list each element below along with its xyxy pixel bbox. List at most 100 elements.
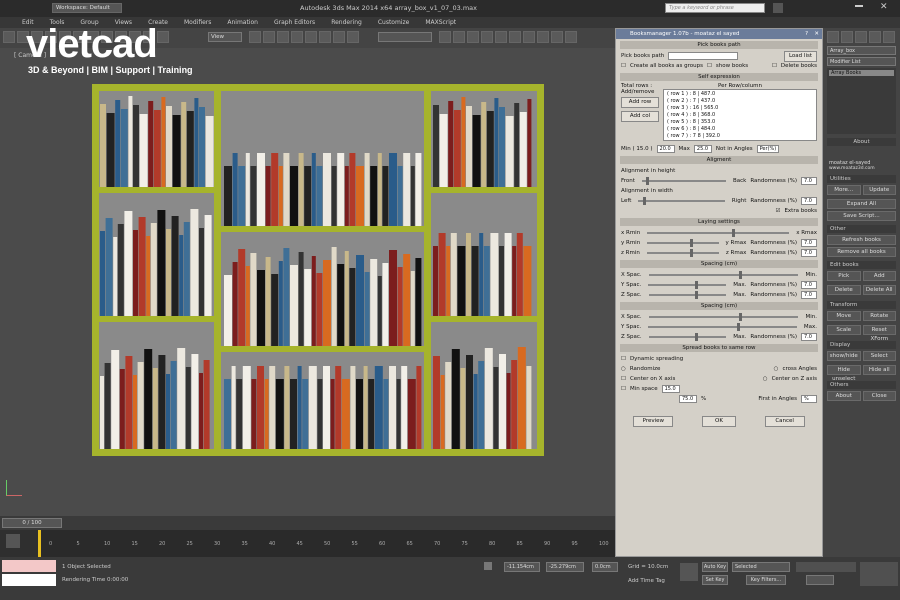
slider-knob[interactable] — [732, 229, 736, 237]
min-spinner[interactable]: 20.0 — [656, 145, 675, 153]
display-tab-icon[interactable] — [883, 31, 895, 43]
mirror-icon[interactable] — [439, 31, 451, 43]
spinner-snap-icon[interactable] — [333, 31, 345, 43]
slider-knob[interactable] — [695, 281, 699, 289]
show-books-checkbox[interactable]: ☐ — [707, 63, 712, 69]
expand-all-button[interactable]: Expand All — [827, 199, 896, 209]
width-align-slider[interactable] — [638, 197, 725, 205]
y-coordinate-field[interactable]: -25.279cm — [546, 562, 584, 572]
ok-button[interactable]: OK — [701, 415, 736, 427]
slider-knob[interactable] — [642, 197, 646, 205]
key-filters-button[interactable]: Key Filters... — [746, 575, 786, 585]
create-tab-icon[interactable] — [827, 31, 839, 43]
workspace-dropdown[interactable]: Workspace: Default — [52, 3, 122, 13]
extra-books-checkbox[interactable]: ☑ — [776, 208, 781, 214]
add-button[interactable]: Add — [862, 271, 896, 281]
pivot-icon[interactable] — [249, 31, 261, 43]
current-frame-field[interactable] — [806, 575, 834, 585]
key-mode-icon[interactable] — [680, 563, 698, 581]
rotate-button[interactable]: Rotate — [862, 311, 896, 321]
cancel-button[interactable]: Cancel — [764, 415, 805, 427]
randomness-height-field[interactable]: 7.0 — [801, 177, 817, 185]
curve-editor-icon[interactable] — [495, 31, 507, 43]
row-item[interactable]: ( row 3 ) : 16 | 565.0 — [667, 105, 813, 112]
slider-knob[interactable] — [646, 177, 650, 185]
hierarchy-tab-icon[interactable] — [855, 31, 867, 43]
playback-controls[interactable] — [796, 562, 856, 572]
percent-field[interactable]: 75.0 — [679, 395, 697, 403]
percent-snap-icon[interactable] — [319, 31, 331, 43]
slider-knob[interactable] — [738, 271, 742, 279]
render-frame-icon[interactable] — [551, 31, 563, 43]
row-item[interactable]: ( row 6 ) : 8 | 484.0 — [667, 126, 813, 133]
modify-tab-icon[interactable] — [841, 31, 853, 43]
create-groups-checkbox[interactable]: ☐ — [621, 63, 626, 69]
z-spacing-2-slider[interactable] — [648, 333, 727, 341]
minimize-icon[interactable] — [855, 5, 863, 7]
named-selection-icon[interactable] — [347, 31, 359, 43]
menu-rendering[interactable]: Rendering — [331, 17, 362, 28]
modifier-stack[interactable]: Array Books — [827, 68, 896, 134]
move-button[interactable]: Move — [827, 311, 861, 321]
search-input[interactable]: Type a keyword or phrase — [665, 3, 765, 13]
angle-snap-icon[interactable] — [305, 31, 317, 43]
render-setup-icon[interactable] — [537, 31, 549, 43]
binoculars-icon[interactable] — [773, 3, 783, 13]
menu-customize[interactable]: Customize — [378, 17, 410, 28]
row-item[interactable]: ( row 4 ) : 8 | 368.0 — [667, 112, 813, 119]
maxscript-output[interactable] — [2, 574, 56, 586]
object-name-field[interactable]: Array_box — [827, 46, 896, 55]
section-spacing[interactable]: Spacing (cm) — [620, 260, 818, 268]
mini-curve-editor-icon[interactable] — [6, 534, 20, 548]
dialog-close-icon[interactable]: ✕ — [814, 29, 819, 39]
section-spread[interactable]: Spread books to same row — [620, 344, 818, 352]
refresh-books-button[interactable]: Refresh books — [827, 235, 896, 245]
undo-icon[interactable] — [3, 31, 15, 43]
select-manipulate-icon[interactable] — [263, 31, 275, 43]
track-ruler[interactable]: 0 5 10 15 20 25 30 35 40 45 50 55 60 65 70 75 80 85 90 95 10… — [38, 530, 615, 557]
add-row-button[interactable]: Add row — [621, 97, 659, 108]
keyboard-shortcut-icon[interactable] — [277, 31, 289, 43]
books-path-field[interactable] — [668, 52, 739, 60]
y-spacing-randomness-field[interactable]: 7.0 — [801, 281, 817, 289]
menu-animation[interactable]: Animation — [227, 17, 258, 28]
named-selection-dropdown[interactable] — [378, 32, 432, 42]
about-rollout[interactable]: About — [827, 138, 896, 146]
align-icon[interactable] — [453, 31, 465, 43]
section-laying[interactable]: Laying settings — [620, 218, 818, 226]
set-key-button[interactable]: Set Key — [702, 575, 728, 585]
auto-key-button[interactable]: Auto Key — [702, 562, 728, 572]
layer-icon[interactable] — [467, 31, 479, 43]
hide-unselect-button[interactable]: Hide unselect — [827, 365, 861, 382]
remove-all-books-button[interactable]: Remove all books — [827, 247, 896, 257]
z-spacing-2-randomness-field[interactable]: 7.0 — [801, 333, 817, 341]
show-hide-button[interactable]: show/hide — [827, 351, 861, 361]
x-coordinate-field[interactable]: -11.154cm — [504, 562, 540, 572]
track-bar[interactable]: 0 5 10 15 20 25 30 35 40 45 50 55 60 65 70 75 80 85 90 95 10… — [0, 530, 615, 557]
camera-viewport[interactable]: [ Camera ] vietcad 3D & Beyond | BIM | S… — [0, 22, 615, 516]
snap-icon[interactable] — [291, 31, 303, 43]
rot-y-randomness-field[interactable]: 7.0 — [801, 239, 817, 247]
z-spacing-slider[interactable] — [648, 291, 727, 299]
render-icon[interactable] — [565, 31, 577, 43]
reference-coord-dropdown[interactable]: View — [208, 32, 242, 42]
center-z-checkbox[interactable]: ○ — [763, 376, 768, 382]
rot-z-slider[interactable] — [646, 249, 719, 257]
update-button[interactable]: Update — [862, 185, 896, 195]
dialog-help-icon[interactable]: ? — [805, 29, 808, 39]
randomize-radio[interactable]: ○ — [621, 366, 626, 372]
max-spinner[interactable]: 25.0 — [693, 145, 712, 153]
height-align-slider[interactable] — [641, 177, 726, 185]
delete-books-checkbox[interactable]: ☐ — [772, 63, 777, 69]
close-icon[interactable]: ✕ — [880, 2, 888, 12]
z-coordinate-field[interactable]: 0.0cm — [592, 562, 618, 572]
slider-knob[interactable] — [738, 313, 742, 321]
slider-knob[interactable] — [690, 249, 694, 257]
row-item[interactable]: ( row 2 ) : 7 | 437.0 — [667, 98, 813, 105]
selection-set-dropdown[interactable]: Selected — [732, 562, 790, 572]
time-slider-handle[interactable]: 0 / 100 — [2, 518, 62, 528]
min-space-field[interactable]: 15.0 — [661, 385, 680, 393]
y-spacing-slider[interactable] — [648, 281, 727, 289]
schematic-icon[interactable] — [509, 31, 521, 43]
motion-tab-icon[interactable] — [869, 31, 881, 43]
